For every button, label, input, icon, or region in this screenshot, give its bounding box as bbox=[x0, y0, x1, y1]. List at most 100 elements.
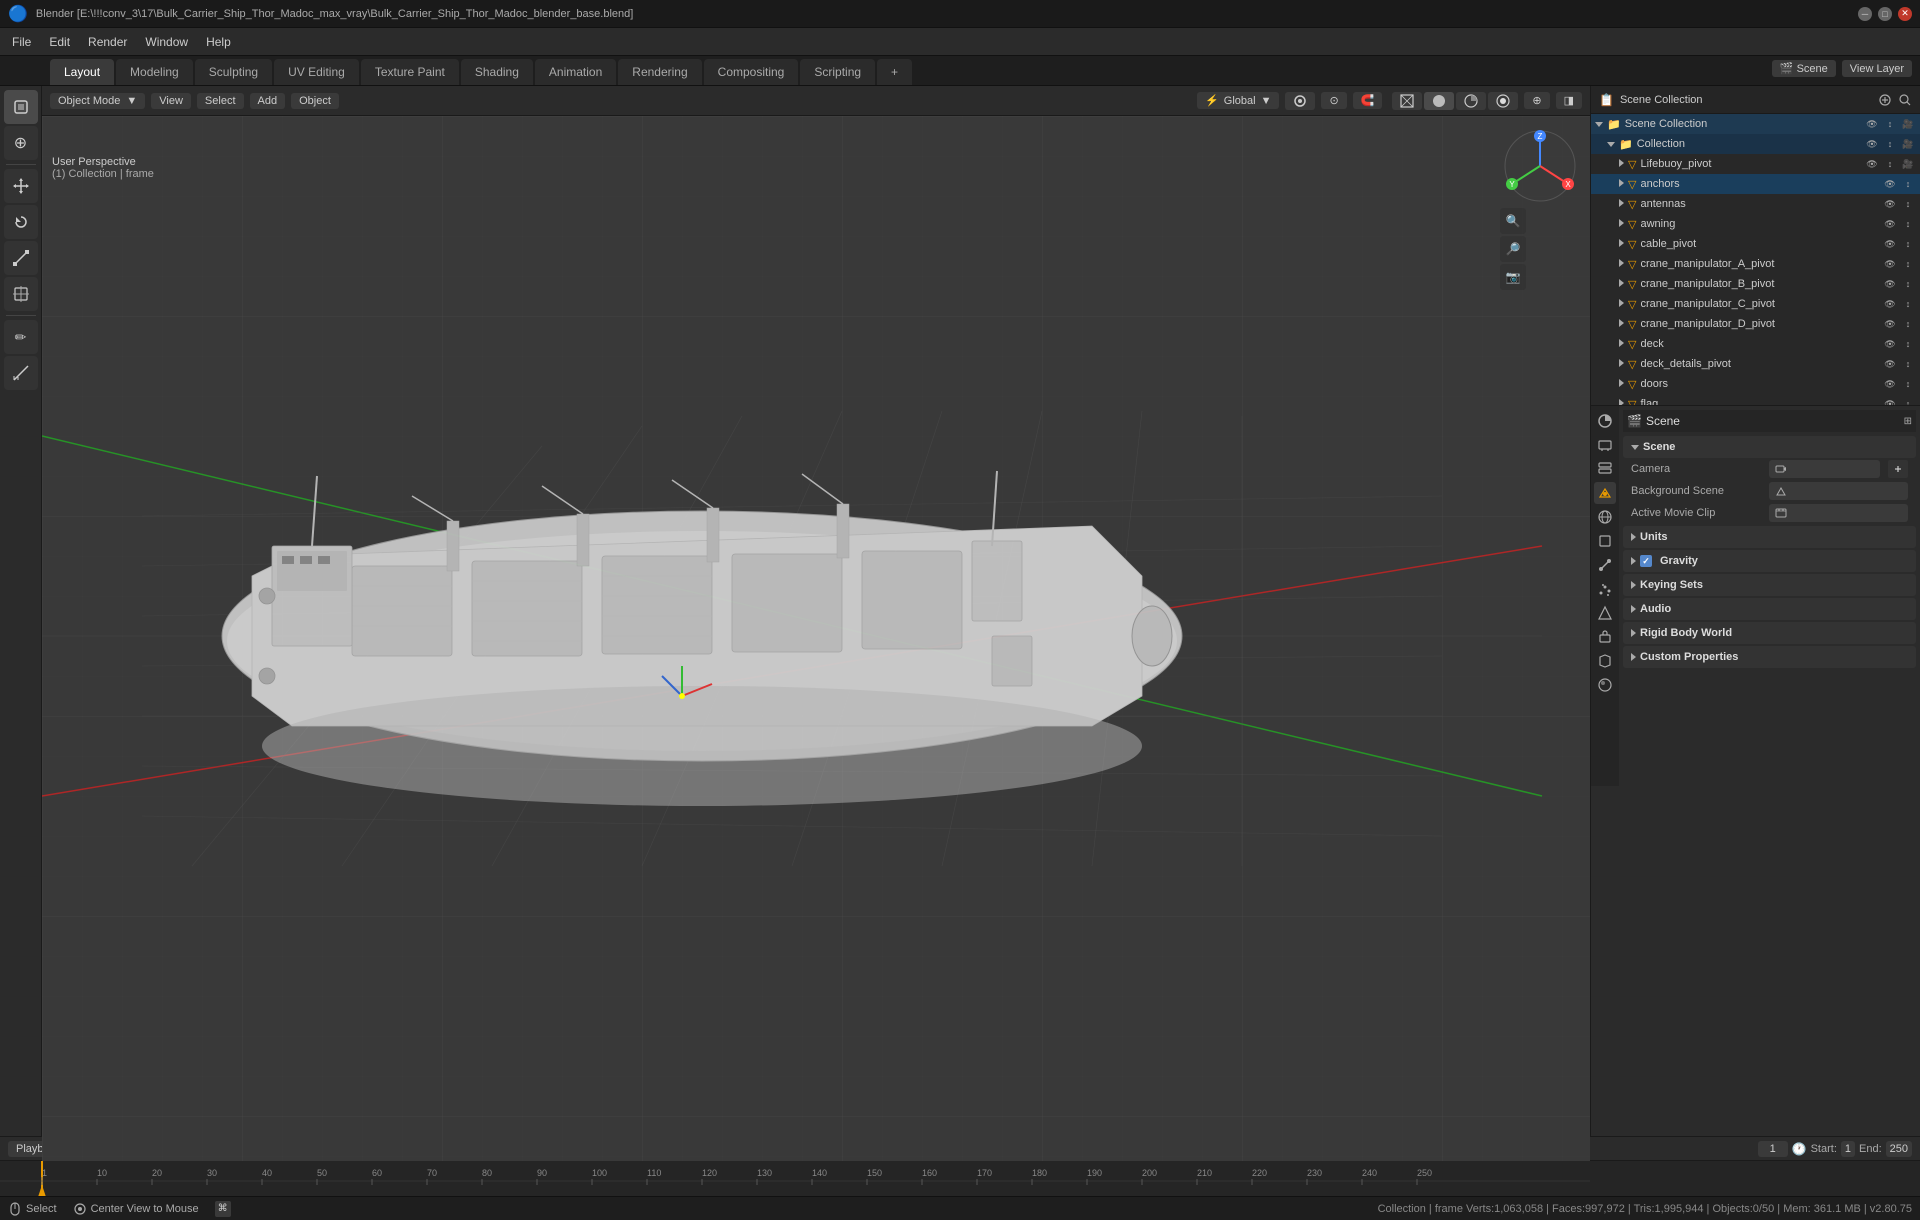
bg-scene-value[interactable] bbox=[1769, 482, 1908, 500]
gravity-checkbox[interactable]: ✓ bbox=[1640, 555, 1652, 567]
item-vis-1[interactable]: 👁 bbox=[1882, 176, 1898, 192]
outliner-item-doors[interactable]: ▽ doors 👁 ↕ bbox=[1591, 374, 1920, 394]
end-frame[interactable]: 250 bbox=[1886, 1141, 1912, 1157]
select-menu[interactable]: Select bbox=[197, 93, 244, 109]
data-props-icon[interactable] bbox=[1594, 650, 1616, 672]
menu-edit[interactable]: Edit bbox=[41, 31, 78, 53]
item-vis-9[interactable]: 👁 bbox=[1882, 336, 1898, 352]
proportional-edit[interactable]: ⊙ bbox=[1321, 92, 1346, 109]
item-vis-3[interactable]: 👁 bbox=[1882, 216, 1898, 232]
outliner-item-cable[interactable]: ▽ cable_pivot 👁 ↕ bbox=[1591, 234, 1920, 254]
keying-section-header[interactable]: Keying Sets bbox=[1623, 574, 1916, 596]
modifier-props-icon[interactable] bbox=[1594, 554, 1616, 576]
start-frame[interactable]: 1 bbox=[1841, 1141, 1855, 1157]
collection-render[interactable]: 🎥 bbox=[1900, 136, 1916, 152]
physics-props-icon[interactable] bbox=[1594, 602, 1616, 624]
menu-render[interactable]: Render bbox=[80, 31, 135, 53]
maximize-button[interactable]: □ bbox=[1878, 7, 1892, 21]
item-vis-6[interactable]: 👁 bbox=[1882, 276, 1898, 292]
tab-uv-editing[interactable]: UV Editing bbox=[274, 59, 359, 85]
object-menu[interactable]: Object bbox=[291, 93, 339, 109]
particles-props-icon[interactable] bbox=[1594, 578, 1616, 600]
material-props-icon[interactable] bbox=[1594, 674, 1616, 696]
tab-texture-paint[interactable]: Texture Paint bbox=[361, 59, 459, 85]
minimize-button[interactable]: ─ bbox=[1858, 7, 1872, 21]
menu-file[interactable]: File bbox=[4, 31, 39, 53]
item-vis-0[interactable]: 👁 bbox=[1864, 156, 1880, 172]
outliner-item-crane-c[interactable]: ▽ crane_manipulator_C_pivot 👁 ↕ bbox=[1591, 294, 1920, 314]
gizmo-widget[interactable]: Z X Y bbox=[1500, 126, 1580, 206]
item-ren-0[interactable]: 🎥 bbox=[1900, 156, 1916, 172]
output-props-icon[interactable] bbox=[1594, 434, 1616, 456]
view-menu[interactable]: View bbox=[151, 93, 191, 109]
audio-section-header[interactable]: Audio bbox=[1623, 598, 1916, 620]
gravity-section-header[interactable]: ✓ Gravity bbox=[1623, 550, 1916, 572]
xray-button[interactable]: ◨ bbox=[1556, 92, 1582, 109]
item-sel-5[interactable]: ↕ bbox=[1900, 256, 1916, 272]
custom-props-header[interactable]: Custom Properties bbox=[1623, 646, 1916, 668]
item-sel-4[interactable]: ↕ bbox=[1900, 236, 1916, 252]
collection-visibility[interactable]: 👁 bbox=[1864, 136, 1880, 152]
render-props-icon[interactable] bbox=[1594, 410, 1616, 432]
transform-tool-button[interactable] bbox=[4, 277, 38, 311]
snap-button[interactable]: 🧲 bbox=[1353, 92, 1383, 109]
item-sel-10[interactable]: ↕ bbox=[1900, 356, 1916, 372]
rotate-tool-button[interactable] bbox=[4, 205, 38, 239]
viewport-canvas[interactable]: User Perspective (1) Collection | frame … bbox=[42, 116, 1590, 1166]
constraints-props-icon[interactable] bbox=[1594, 626, 1616, 648]
item-sel-3[interactable]: ↕ bbox=[1900, 216, 1916, 232]
outliner-item-lifebuoy[interactable]: ▽ Lifebuoy_pivot 👁 ↕ 🎥 bbox=[1591, 154, 1920, 174]
units-section-header[interactable]: Units bbox=[1623, 526, 1916, 548]
filter-icon[interactable] bbox=[1878, 93, 1892, 107]
camera-view-button[interactable]: 📷 bbox=[1500, 264, 1526, 290]
tab-shading[interactable]: Shading bbox=[461, 59, 533, 85]
outliner-item-antennas[interactable]: ▽ antennas 👁 ↕ bbox=[1591, 194, 1920, 214]
item-vis-12[interactable]: 👁 bbox=[1882, 396, 1898, 405]
item-sel-0[interactable]: ↕ bbox=[1882, 156, 1898, 172]
close-button[interactable]: ✕ bbox=[1898, 7, 1912, 21]
selectability-icon[interactable]: ↕ bbox=[1882, 116, 1898, 132]
tab-add[interactable]: + bbox=[877, 59, 912, 85]
scene-props-icon[interactable] bbox=[1594, 482, 1616, 504]
cursor-tool-button[interactable]: ⊕ bbox=[4, 126, 38, 160]
tab-scripting[interactable]: Scripting bbox=[800, 59, 875, 85]
item-sel-1[interactable]: ↕ bbox=[1900, 176, 1916, 192]
item-vis-4[interactable]: 👁 bbox=[1882, 236, 1898, 252]
timeline-ruler[interactable]: 1 10 20 30 40 50 60 70 80 90 1 bbox=[0, 1161, 1920, 1196]
outliner-content[interactable]: 📁 Scene Collection 👁 ↕ 🎥 📁 Collection 👁 bbox=[1591, 114, 1920, 405]
add-menu[interactable]: Add bbox=[250, 93, 286, 109]
zoom-out-button[interactable]: 🔎 bbox=[1500, 236, 1526, 262]
view-layer-selector[interactable]: View Layer bbox=[1842, 60, 1912, 77]
tab-animation[interactable]: Animation bbox=[535, 59, 616, 85]
global-transform-selector[interactable]: ⚡ Global ▼ bbox=[1197, 92, 1279, 109]
outliner-item-crane-d[interactable]: ▽ crane_manipulator_D_pivot 👁 ↕ bbox=[1591, 314, 1920, 334]
camera-value[interactable] bbox=[1769, 460, 1880, 478]
visibility-icon[interactable]: 👁 bbox=[1864, 116, 1880, 132]
render-icon-outliner[interactable]: 🎥 bbox=[1900, 116, 1916, 132]
outliner-item-anchors[interactable]: ▽ anchors 👁 ↕ bbox=[1591, 174, 1920, 194]
item-sel-11[interactable]: ↕ bbox=[1900, 376, 1916, 392]
solid-mode[interactable] bbox=[1424, 92, 1454, 110]
tab-compositing[interactable]: Compositing bbox=[704, 59, 799, 85]
item-sel-7[interactable]: ↕ bbox=[1900, 296, 1916, 312]
item-vis-11[interactable]: 👁 bbox=[1882, 376, 1898, 392]
measure-tool-button[interactable] bbox=[4, 356, 38, 390]
item-vis-5[interactable]: 👁 bbox=[1882, 256, 1898, 272]
item-sel-9[interactable]: ↕ bbox=[1900, 336, 1916, 352]
menu-window[interactable]: Window bbox=[137, 31, 196, 53]
tab-rendering[interactable]: Rendering bbox=[618, 59, 701, 85]
zoom-in-button[interactable]: 🔍 bbox=[1500, 208, 1526, 234]
rigid-body-section-header[interactable]: Rigid Body World bbox=[1623, 622, 1916, 644]
outliner-item-flag[interactable]: ▽ flag 👁 ↕ bbox=[1591, 394, 1920, 405]
menu-help[interactable]: Help bbox=[198, 31, 239, 53]
wireframe-mode[interactable] bbox=[1392, 92, 1422, 110]
item-sel-2[interactable]: ↕ bbox=[1900, 196, 1916, 212]
camera-browse-btn[interactable] bbox=[1888, 460, 1908, 478]
item-sel-6[interactable]: ↕ bbox=[1900, 276, 1916, 292]
scene-selector[interactable]: 🎬 Scene bbox=[1772, 60, 1836, 77]
item-vis-2[interactable]: 👁 bbox=[1882, 196, 1898, 212]
item-sel-12[interactable]: ↕ bbox=[1900, 396, 1916, 405]
item-vis-7[interactable]: 👁 bbox=[1882, 296, 1898, 312]
outliner-item-deck-details[interactable]: ▽ deck_details_pivot 👁 ↕ bbox=[1591, 354, 1920, 374]
item-sel-8[interactable]: ↕ bbox=[1900, 316, 1916, 332]
